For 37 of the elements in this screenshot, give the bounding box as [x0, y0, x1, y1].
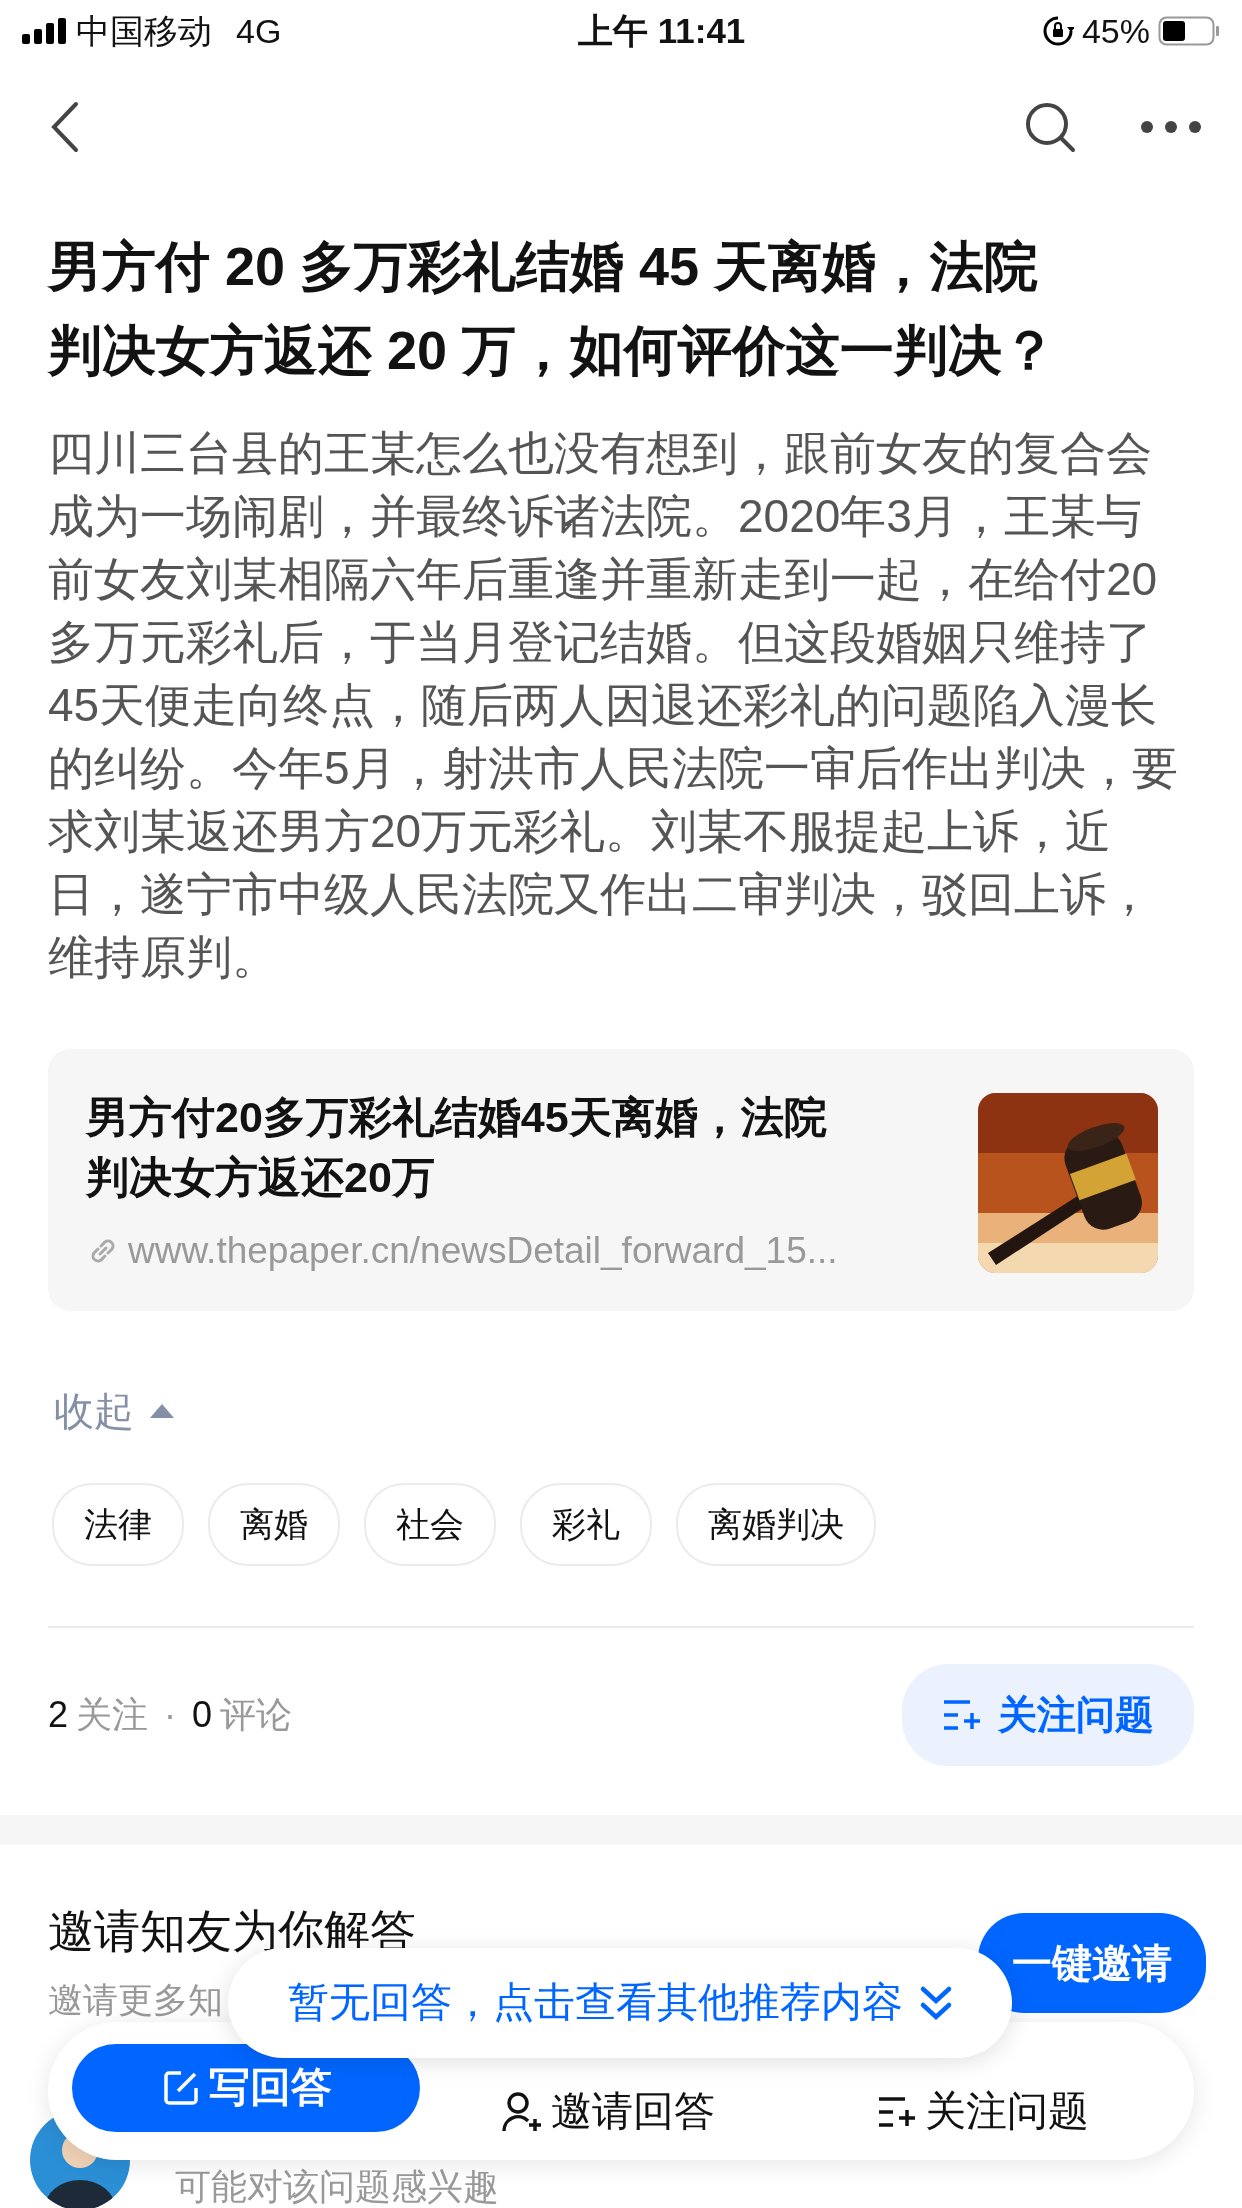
link-card[interactable]: 男方付20多万彩礼结婚45天离婚，法院判决女方返还20万 www.thepaper.cn/newsDetail_forward_15... [48, 1049, 1194, 1311]
follow-icon [877, 2095, 917, 2129]
caret-up-icon [150, 1403, 174, 1418]
network-type: 4G [236, 10, 282, 52]
search-icon[interactable] [1024, 101, 1076, 153]
tag-chip[interactable]: 彩礼 [520, 1482, 652, 1566]
question-description: 四川三台县的王某怎么也没有想到，跟前女友的复合会成为一场闹剧，并最终诉诸法院。2020年3月，王某与前女友刘某相隔六年后重逢并重新走到一起，在给付20多万元彩礼后，于当月登记结婚。但这段婚姻只维持了45天便走向终点，随后两人因退还彩礼的问题陷入漫长的纠纷。今年5月，射洪市人民法院一审后作出判决，要求刘某返还男方20万元彩礼。刘某不服提起上诉，近日，遂宁市中级人民法院又作出二审判决，驳回上诉，维持原判。 [47, 426, 1179, 985]
stat-count: 0 [192, 1692, 213, 1737]
battery-percent: 45% [1081, 10, 1150, 52]
link-url: www.thepaper.cn/newsDetail_forward_15... [128, 1229, 838, 1273]
person-plus-icon [501, 2091, 543, 2133]
tag-chip[interactable]: 离婚判决 [676, 1482, 876, 1566]
follow-question-button[interactable]: 关注问题 [902, 1663, 1194, 1766]
battery-icon [1158, 16, 1220, 46]
more-icon[interactable] [1140, 120, 1202, 134]
link-title: 男方付20多万彩礼结婚45天离婚，法院判决女方返还20万 [86, 1092, 828, 1203]
invite-answer-button[interactable]: 邀请回答 [420, 2068, 796, 2156]
signal-icon [22, 18, 68, 44]
tag-chip[interactable]: 离婚 [208, 1482, 340, 1566]
tag-chip[interactable]: 法律 [52, 1482, 184, 1566]
tag-chip[interactable]: 社会 [364, 1482, 496, 1566]
invite-all-button[interactable]: 一键邀请 [978, 1913, 1206, 2013]
stat-count: 2 [48, 1692, 69, 1737]
write-answer-button[interactable]: 写回答 [72, 2044, 420, 2132]
separator-dot: · [164, 1692, 177, 1737]
back-icon[interactable] [50, 101, 80, 153]
stat-label: 评论 [220, 1692, 293, 1737]
carrier-name: 中国移动 [76, 10, 212, 52]
question-title: 男方付 20 多万彩礼结婚 45 天离婚，法院判决女方返还 20 万，如何评价这一判决？ [46, 235, 1058, 382]
follow-question-button[interactable]: 关注问题 [796, 2068, 1170, 2156]
section-subtitle: 邀请更多知 [48, 1979, 223, 2021]
follow-icon [942, 1697, 982, 1732]
rotation-lock-icon [1041, 15, 1074, 47]
double-chevron-down-icon [918, 1985, 953, 2021]
stat-label: 关注 [76, 1692, 149, 1737]
status-time: 上午 11:41 [578, 9, 746, 52]
suggestion-text: 可能对该问题感兴趣 [175, 2166, 499, 2208]
